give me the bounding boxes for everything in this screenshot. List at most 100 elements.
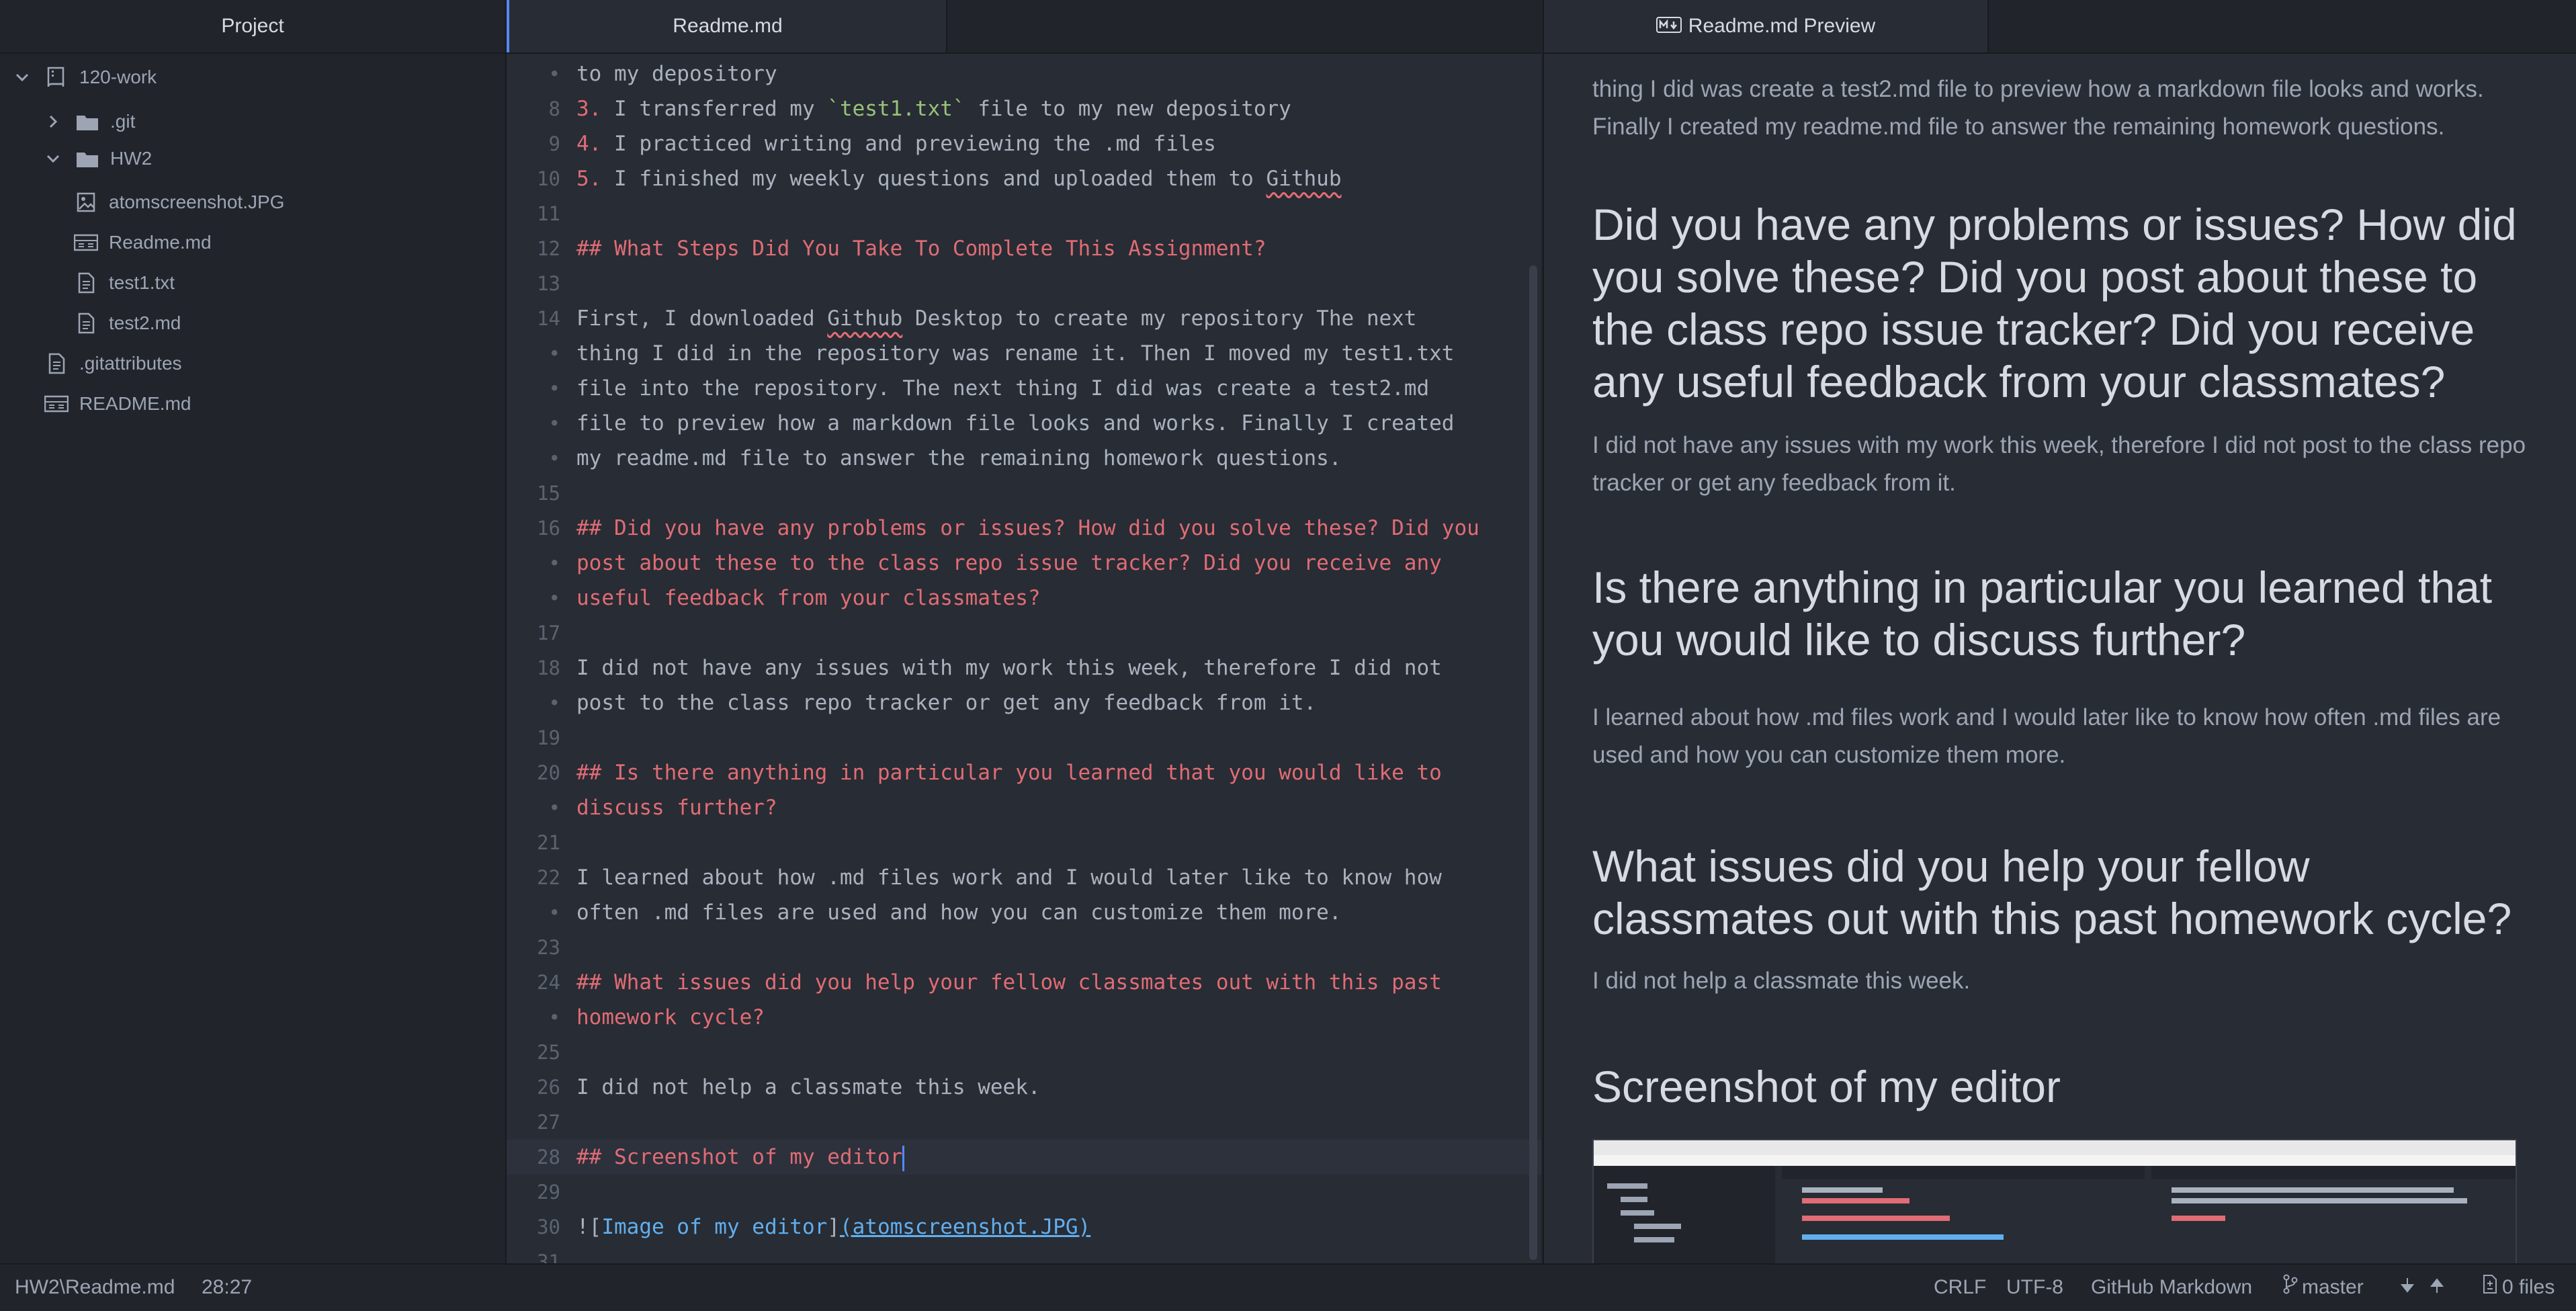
code-line[interactable]: • useful feedback from your classmates? — [507, 581, 1541, 616]
git-fetch-button[interactable] — [2400, 1265, 2444, 1310]
code-line[interactable]: 13 — [507, 266, 1541, 301]
code-line[interactable]: 21 — [507, 825, 1541, 860]
tree-item-hw2[interactable]: HW2 — [0, 139, 505, 178]
tree-item-label: test1.txt — [109, 272, 175, 293]
code-line[interactable]: 19 — [507, 720, 1541, 755]
code-line[interactable]: 18 I did not have any issues with my work… — [507, 650, 1541, 685]
line-number: • — [548, 377, 560, 400]
tree-item-readme-md[interactable]: Readme.md — [0, 223, 505, 262]
code-line[interactable]: 16 ## Did you have any problems or issues… — [507, 511, 1541, 546]
markdown-heading: ## Screenshot of my editor — [576, 1145, 903, 1169]
status-line-ending[interactable]: CRLF — [1934, 1265, 1986, 1310]
line-number: • — [548, 342, 560, 365]
editor-scrollbar[interactable] — [1529, 265, 1537, 1260]
editor-pane: Readme.md • to my depository 8 3. I transfe… — [507, 0, 1541, 1263]
line-number: 10 — [537, 167, 560, 190]
misspelled-word: Github — [1266, 167, 1342, 191]
code-line[interactable]: 24 ## What issues did you help your fello… — [507, 965, 1541, 1000]
line-number: 21 — [537, 831, 560, 854]
code-line[interactable]: 22 I learned about how .md files work and… — [507, 860, 1541, 895]
tree-item-test2-md[interactable]: test2.md — [0, 304, 505, 343]
tree-item-atomscreenshot-jpg[interactable]: atomscreenshot.JPG — [0, 183, 505, 222]
status-changed-files[interactable]: 0 files — [2482, 1265, 2554, 1310]
line-number: • — [548, 691, 560, 714]
list-number: 5. — [576, 167, 602, 191]
code-line[interactable]: 12 ## What Steps Did You Take To Complete… — [507, 231, 1541, 266]
editor-tab-bar: Readme.md — [507, 0, 1541, 54]
line-number: • — [548, 796, 560, 819]
preview-paragraph: I did not help a classmate this week. — [1592, 968, 1971, 994]
preview-heading: Screenshot of my editor — [1592, 1062, 2061, 1111]
code-line[interactable]: • file into the repository. The next thin… — [507, 371, 1541, 406]
markdown-heading: useful feedback from your classmates? — [576, 586, 1041, 610]
code-line[interactable]: 11 — [507, 196, 1541, 231]
status-cursor-position[interactable]: 28:27 — [202, 1265, 252, 1310]
tree-view-title[interactable]: Project — [0, 0, 505, 54]
image-bracket: ] — [827, 1215, 840, 1239]
code-line[interactable]: • my readme.md file to answer the remaini… — [507, 441, 1541, 476]
code-line[interactable]: 27 — [507, 1105, 1541, 1140]
tree-item-label: .gitattributes — [79, 353, 182, 374]
code-line[interactable]: • post about these to the class repo issu… — [507, 546, 1541, 581]
status-encoding[interactable]: UTF-8 — [2006, 1265, 2063, 1310]
code-line[interactable]: 17 — [507, 616, 1541, 650]
line-number: 28 — [537, 1146, 560, 1169]
code-line[interactable]: • file to preview how a markdown file loo… — [507, 406, 1541, 441]
line-number: 22 — [537, 866, 560, 889]
code-line[interactable]: 10 5. I finished my weekly questions and … — [507, 161, 1541, 196]
line-number: 27 — [537, 1111, 560, 1134]
code-line[interactable]: 29 — [507, 1175, 1541, 1210]
text-cursor — [902, 1145, 905, 1171]
tree-item--gitattributes[interactable]: .gitattributes — [0, 344, 505, 383]
tree-item-readme-md[interactable]: README.md — [0, 384, 505, 423]
line-text: file to preview how a markdown file look… — [576, 411, 1455, 435]
folder-icon — [74, 108, 101, 135]
status-grammar[interactable]: GitHub Markdown — [2091, 1265, 2252, 1310]
tree-item--git[interactable]: .git — [0, 102, 505, 141]
chevron-right-icon[interactable] — [43, 112, 63, 132]
code-line[interactable]: 8 3. I transferred my `test1.txt` file to… — [507, 91, 1541, 126]
code-line[interactable]: 25 — [507, 1035, 1541, 1070]
line-text: First, I downloaded — [576, 306, 828, 331]
line-text: I learned about how .md files work and I… — [576, 865, 1442, 890]
code-line[interactable]: 26 I did not help a classmate this week. — [507, 1070, 1541, 1105]
tree-view: Project 120-work .git HW2 atomscreenshot.JP… — [0, 0, 507, 1263]
tree-item-120-work[interactable]: 120-work — [0, 58, 505, 97]
markdown-heading: ## What issues did you help your fellow … — [576, 970, 1442, 995]
code-line[interactable]: 30 ![Image of my editor](atomscreenshot.J… — [507, 1210, 1541, 1244]
code-line[interactable]: 20 ## Is there anything in particular you… — [507, 755, 1541, 790]
status-git-branch[interactable]: master — [2283, 1265, 2364, 1310]
code-line[interactable]: • thing I did in the repository was renam… — [507, 336, 1541, 371]
code-line[interactable]: 9 4. I practiced writing and previewing t… — [507, 126, 1541, 161]
line-text: I did not help a classmate this week. — [576, 1075, 1041, 1099]
code-editor[interactable]: • to my depository 8 3. I transferred my `t… — [507, 54, 1541, 1263]
code-line[interactable]: • homework cycle? — [507, 1000, 1541, 1035]
code-line[interactable]: 31 — [507, 1244, 1541, 1263]
line-text: to my depository — [576, 62, 777, 86]
preview-content[interactable]: thing I did was create a test2.md file t… — [1592, 54, 2536, 1263]
code-line[interactable]: • post to the class repo tracker or get a… — [507, 685, 1541, 720]
line-number: • — [548, 62, 560, 85]
code-line[interactable]: 14 First, I downloaded Github Desktop to … — [507, 301, 1541, 336]
code-line[interactable]: 15 — [507, 476, 1541, 511]
tab-readme-preview[interactable]: Readme.md Preview — [1544, 0, 1989, 52]
status-file-path[interactable]: HW2\Readme.md — [15, 1265, 175, 1310]
line-text: I did not have any issues with my work t… — [576, 656, 1442, 680]
code-line[interactable]: 23 — [507, 930, 1541, 965]
line-number: • — [548, 412, 560, 435]
chevron-down-icon[interactable] — [43, 149, 63, 169]
tree-item-test1-txt[interactable]: test1.txt — [0, 263, 505, 302]
code-line[interactable]: • to my depository — [507, 56, 1541, 91]
markdown-file-icon — [73, 229, 99, 256]
image-file-icon — [73, 189, 99, 216]
line-number: 23 — [537, 936, 560, 959]
inline-code: `test1.txt` — [827, 97, 965, 121]
markdown-heading: ## What Steps Did You Take To Complete T… — [576, 237, 1266, 261]
tab-readme-md[interactable]: Readme.md — [507, 0, 947, 52]
code-line[interactable]: 28 ## Screenshot of my editor — [507, 1140, 1541, 1175]
chevron-down-icon[interactable] — [12, 67, 32, 87]
image-url[interactable]: (atomscreenshot.JPG) — [840, 1215, 1090, 1239]
code-line[interactable]: • discuss further? — [507, 790, 1541, 825]
code-line[interactable]: • often .md files are used and how you ca… — [507, 895, 1541, 930]
editor-screenshot-image — [1592, 1139, 2517, 1263]
